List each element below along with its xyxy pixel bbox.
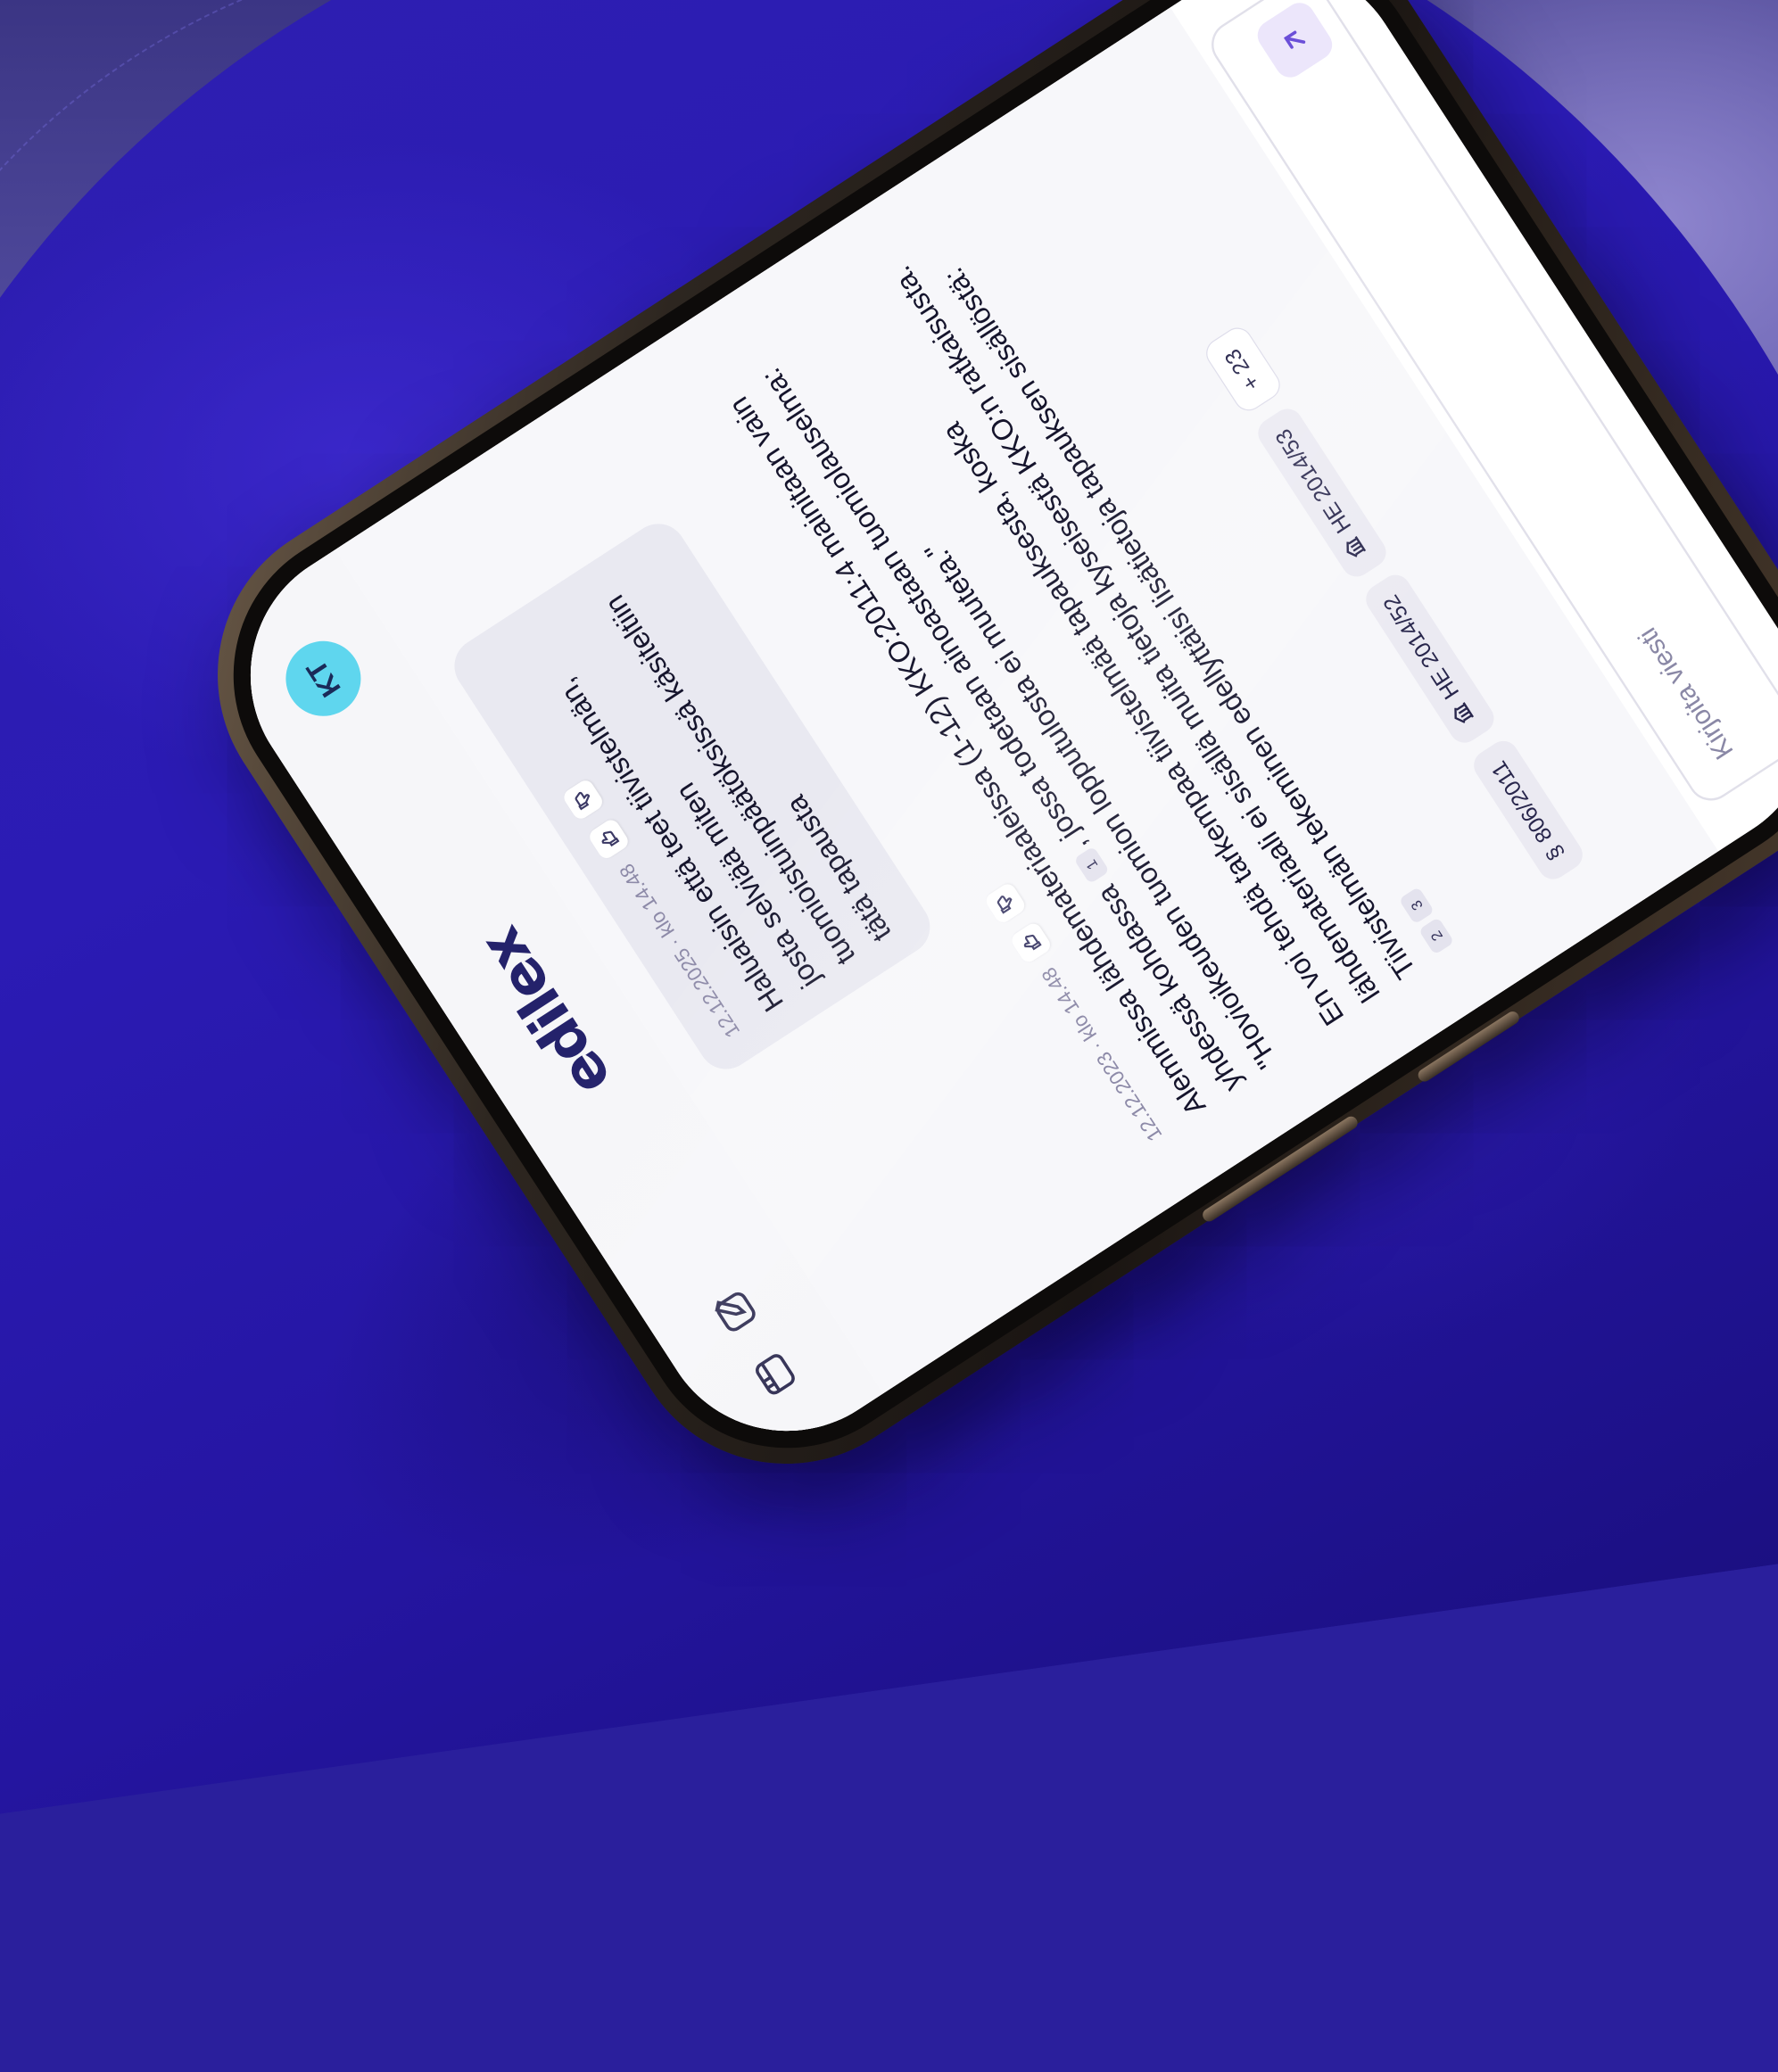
section-icon: § (1541, 840, 1569, 865)
reference-chip[interactable]: 3 (1398, 887, 1435, 925)
more-sources-button[interactable]: + 23 (1200, 322, 1286, 417)
source-chip[interactable]: § 806/2011 (1468, 735, 1589, 886)
thumbs-down-icon[interactable] (560, 777, 606, 822)
thumbs-up-icon[interactable] (586, 816, 632, 862)
building-icon (1447, 696, 1482, 729)
reference-chip[interactable]: 2 (1418, 917, 1455, 955)
arrow-up-right-icon (1284, 30, 1306, 49)
source-chip-label: HE 2014/53 (1270, 424, 1357, 538)
source-chip-label: 806/2011 (1486, 755, 1558, 847)
send-button[interactable] (1252, 0, 1338, 84)
source-chip-label: HE 2014/52 (1378, 590, 1465, 704)
building-icon (1339, 530, 1374, 563)
thumbs-up-icon[interactable] (1008, 920, 1054, 965)
thumbs-down-icon[interactable] (982, 880, 1028, 926)
source-chip[interactable]: HE 2014/52 (1360, 569, 1501, 749)
source-chip[interactable]: HE 2014/53 (1253, 403, 1393, 583)
